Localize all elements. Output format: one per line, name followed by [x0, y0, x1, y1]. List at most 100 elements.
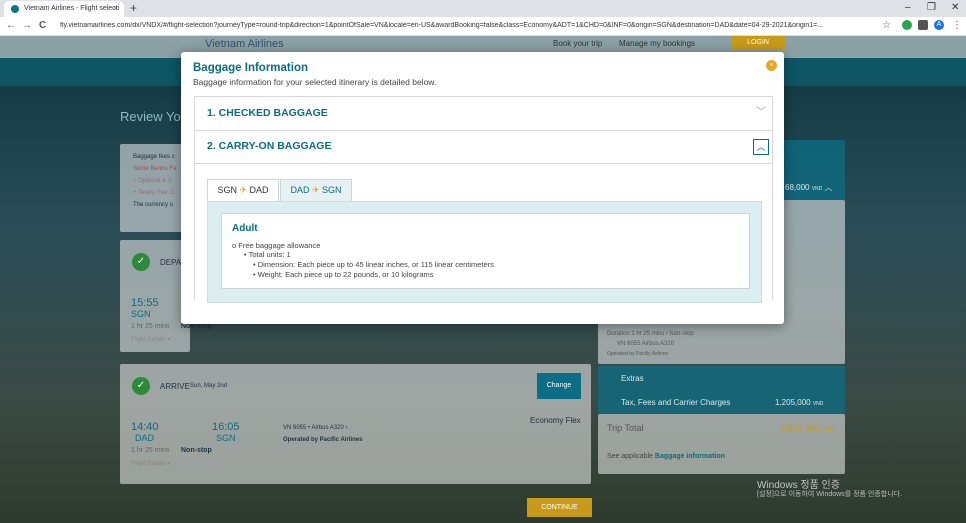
leg-destination: DAD — [249, 185, 269, 195]
carry-on-body: SGN ✈ DAD DAD ✈ SGN Adult o Free baggage… — [195, 165, 772, 303]
fees-line: Some Bennu Fa — [133, 166, 177, 172]
arrive-card — [120, 364, 591, 484]
manage-bookings-link[interactable]: Manage my bookings — [619, 39, 695, 48]
taxes-value: 1,205,000 VND — [775, 398, 823, 407]
trip-total-label: Trip Total — [607, 423, 644, 433]
reload-button[interactable]: C — [39, 20, 46, 31]
login-button[interactable]: LOGIN — [731, 36, 785, 50]
depart-airport: SGN — [131, 309, 151, 319]
carry-on-baggage-section: 2. CARRY-ON BAGGAGE ︿ SGN ✈ DAD DAD ✈ SG… — [194, 130, 773, 303]
weight-line: • Weight: Each piece up to 22 pounds, or… — [253, 270, 434, 279]
total-units: • Total units: 1 — [244, 250, 291, 259]
trip-total-amount: 3,853,000 — [780, 423, 821, 433]
check-icon: ✓ — [132, 377, 150, 395]
arrive-dep-airport: DAD — [135, 433, 155, 443]
summary-price-value: 68,000 — [785, 183, 810, 192]
browser-toolbar: ← → C fly.vietnamairlines.com/dx/VNDX/#/… — [0, 17, 966, 36]
fees-line: The currency o — [133, 202, 174, 208]
depart-stops: Non-stop — [181, 323, 212, 330]
arrive-arr-airport: SGN — [216, 433, 236, 443]
arrive-dep-time: 14:40 — [131, 421, 159, 433]
extension-icon[interactable] — [902, 20, 912, 30]
site-logo: Vietnam Airlines — [205, 38, 284, 50]
fees-line: Baggage fees c — [133, 154, 175, 160]
checked-baggage-section[interactable]: 1. CHECKED BAGGAGE ﹀ — [194, 96, 773, 131]
change-button[interactable]: Change — [537, 373, 581, 399]
address-bar[interactable]: fly.vietnamairlines.com/dx/VNDX/#/flight… — [60, 22, 875, 29]
summary-price-currency: VND — [811, 186, 823, 192]
depart-duration: 1 hr 25 mins — [131, 323, 170, 330]
leg-origin: SGN — [217, 185, 237, 195]
see-applicable-text: See applicable — [607, 453, 653, 460]
menu-icon[interactable]: ⋮ — [952, 20, 962, 31]
chevron-up-icon[interactable]: ︿ — [825, 183, 833, 192]
bookmark-star-icon[interactable]: ☆ — [882, 20, 891, 31]
plane-icon: ✈ — [311, 185, 320, 195]
depart-label: DEPA — [160, 258, 182, 267]
passenger-card: Adult o Free baggage allowance • Total u… — [221, 213, 750, 289]
checked-baggage-heading: 1. CHECKED BAGGAGE — [207, 107, 328, 119]
see-applicable: See applicable Baggage information — [607, 453, 725, 460]
depart-time: 15:55 — [131, 297, 159, 309]
leg-panel: Adult o Free baggage allowance • Total u… — [207, 201, 762, 303]
flight-details-link[interactable]: Flight Details ▾ — [131, 460, 170, 467]
summary-price: 68,000 VND ︿ — [785, 182, 833, 193]
forward-button[interactable]: → — [22, 20, 32, 31]
carry-on-heading: 2. CARRY-ON BAGGAGE — [207, 140, 332, 152]
window-minimize-button[interactable]: – — [905, 2, 911, 13]
arrive-date: Sun, May 2nd — [190, 383, 228, 389]
plane-icon: ✈ — [239, 185, 248, 195]
trip-total-value: 3,853,000 VND — [780, 423, 833, 433]
window-close-button[interactable]: ✕ — [951, 2, 959, 13]
taxes-value-currency: VND — [812, 401, 824, 407]
taxes-value-amount: 1,205,000 — [775, 398, 811, 407]
summary-flight: VN 6055 Airbus A320 — [617, 341, 675, 347]
book-trip-link[interactable]: Book your trip — [553, 39, 602, 48]
leg-destination: SGN — [322, 185, 342, 195]
operated-by: Operated by Pacific Airlines — [283, 437, 363, 443]
leg-tab-sgn-dad[interactable]: SGN ✈ DAD — [207, 179, 279, 202]
back-button[interactable]: ← — [6, 20, 16, 31]
dimension-line: • Dimension: Each piece up to 45 linear … — [253, 260, 494, 269]
total-units-text: Total units: 1 — [248, 250, 291, 259]
window-maximize-button[interactable]: ❐ — [927, 2, 936, 13]
arrive-stops: Non-stop — [181, 447, 212, 454]
summary-operated: Operated by Pacific Airlines — [607, 351, 669, 357]
chevron-down-icon[interactable]: ﹀ — [756, 108, 766, 118]
allowance-title: o Free baggage allowance — [232, 241, 321, 250]
passenger-type: Adult — [232, 223, 258, 234]
leg-tab-dad-sgn[interactable]: DAD ✈ SGN — [280, 179, 352, 202]
weight-text: Weight: Each piece up to 22 pounds, or 1… — [257, 270, 434, 279]
taxes-label: Tax, Fees and Carrier Charges — [621, 398, 731, 407]
puzzle-extensions-icon[interactable] — [918, 20, 928, 30]
windows-watermark-sub: [설정]으로 이동하여 Windows를 정품 인증합니다. — [757, 491, 903, 498]
fees-line: + Optional & S — [133, 178, 172, 184]
tab-title: Vietnam Airlines - Flight selecti — [24, 5, 120, 12]
summary-duration: Duration 1 hr 25 mins / Non-stop — [607, 331, 694, 337]
baggage-info-link[interactable]: Baggage information — [655, 453, 725, 460]
new-tab-button[interactable]: + — [130, 1, 137, 15]
continue-button[interactable]: CONTINUE — [527, 498, 592, 517]
baggage-modal: Baggage Information Baggage information … — [181, 52, 784, 324]
arrive-arr-time: 16:05 — [212, 421, 240, 433]
profile-avatar[interactable]: A — [934, 20, 944, 30]
trip-total-currency: VND — [822, 427, 834, 433]
close-icon[interactable]: × — [766, 60, 777, 71]
browser-tabstrip: Vietnam Airlines - Flight selecti × + – … — [0, 0, 966, 17]
extras-label: Extras — [621, 374, 644, 383]
check-icon: ✓ — [132, 253, 150, 271]
carry-on-header[interactable]: 2. CARRY-ON BAGGAGE ︿ — [195, 131, 772, 164]
chevron-up-icon[interactable]: ︿ — [753, 139, 769, 155]
dimension-text: Dimension: Each piece up to 45 linear in… — [257, 260, 494, 269]
flight-details-link[interactable]: Flight Details ▾ — [131, 336, 170, 343]
favicon-icon — [11, 5, 19, 13]
modal-subtitle: Baggage information for your selected it… — [193, 77, 437, 87]
browser-tab[interactable]: Vietnam Airlines - Flight selecti × — [4, 1, 124, 17]
tab-close-icon[interactable]: × — [113, 4, 118, 13]
arrive-flight-info[interactable]: VN 6055 • Airbus A320 › — [283, 425, 347, 431]
arrive-label: ARRIVE — [160, 382, 190, 391]
modal-title: Baggage Information — [193, 62, 309, 74]
fare-class: Economy Flex — [530, 416, 581, 425]
leg-origin: DAD — [290, 185, 310, 195]
review-title: Review Yo — [120, 109, 181, 124]
